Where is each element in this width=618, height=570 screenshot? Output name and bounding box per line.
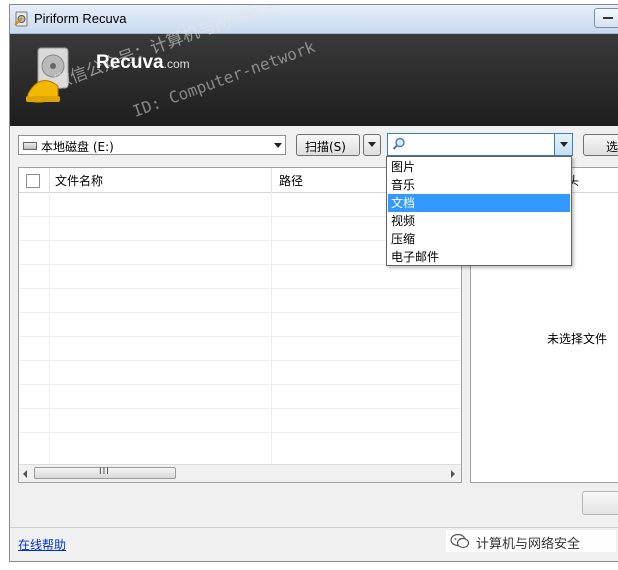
grid-row-line bbox=[19, 336, 461, 337]
grid-row-line bbox=[19, 360, 461, 361]
chevron-down-icon bbox=[368, 142, 376, 147]
options-button-label: 选 bbox=[606, 140, 618, 154]
brand-suffix: .com bbox=[163, 57, 190, 71]
minimize-button[interactable] bbox=[594, 8, 618, 28]
dropdown-option-pictures[interactable]: 图片 bbox=[388, 158, 570, 176]
minimize-icon bbox=[603, 17, 613, 19]
chevron-down-icon bbox=[274, 143, 282, 148]
drive-select[interactable]: 本地磁盘 (E:) bbox=[18, 135, 286, 155]
dropdown-option-video[interactable]: 视频 bbox=[388, 212, 570, 230]
recuva-app-icon bbox=[14, 11, 28, 27]
select-all-checkbox[interactable] bbox=[26, 174, 40, 188]
title-bar[interactable]: Piriform Recuva bbox=[10, 5, 618, 34]
no-file-selected-message: 未选择文件 bbox=[547, 332, 608, 346]
online-help-link[interactable]: 在线帮助 bbox=[18, 536, 66, 553]
horizontal-scrollbar[interactable]: III bbox=[19, 464, 461, 482]
column-header-filename[interactable]: 文件名称 bbox=[55, 172, 103, 189]
recover-button[interactable] bbox=[582, 491, 618, 515]
grid-row-line bbox=[19, 432, 461, 433]
grid-column-line bbox=[49, 192, 50, 466]
wechat-icon bbox=[450, 533, 470, 549]
wechat-watermark: 计算机与网络安全 bbox=[446, 530, 616, 552]
file-type-filter-input[interactable] bbox=[410, 136, 540, 153]
wechat-account-name: 计算机与网络安全 bbox=[476, 537, 581, 552]
scan-options-dropdown-button[interactable] bbox=[363, 134, 381, 156]
drive-select-label: 本地磁盘 (E:) bbox=[41, 140, 114, 154]
dropdown-option-documents[interactable]: 文档 bbox=[388, 194, 570, 212]
dropdown-option-compressed[interactable]: 压缩 bbox=[388, 230, 570, 248]
grid-row-line bbox=[19, 384, 461, 385]
file-type-dropdown-list[interactable]: 图片 音乐 文档 视频 压缩 电子邮件 bbox=[386, 156, 572, 266]
options-button[interactable]: 选 bbox=[583, 134, 618, 156]
dropdown-option-music[interactable]: 音乐 bbox=[388, 176, 570, 194]
scroll-left-icon[interactable] bbox=[23, 470, 27, 478]
grid-row-line bbox=[19, 312, 461, 313]
scroll-right-icon[interactable] bbox=[451, 470, 455, 478]
search-icon bbox=[392, 137, 405, 150]
scrollbar-thumb[interactable]: III bbox=[34, 467, 176, 479]
dropdown-option-email[interactable]: 电子邮件 bbox=[388, 248, 570, 266]
scan-button[interactable]: 扫描(S) bbox=[296, 134, 360, 156]
column-header-path[interactable]: 路径 bbox=[279, 172, 303, 189]
column-separator[interactable] bbox=[49, 168, 50, 192]
drive-icon bbox=[23, 142, 37, 150]
column-separator[interactable] bbox=[271, 168, 272, 192]
scroll-grip: III bbox=[99, 467, 110, 477]
grid-column-line bbox=[271, 192, 272, 466]
file-type-filter-combo[interactable] bbox=[387, 133, 573, 156]
grid-row-line bbox=[19, 408, 461, 409]
recuva-window: Piriform Recuva Recuva.com 本地磁盘 (E:) 扫描(… bbox=[9, 4, 618, 562]
scan-button-label: 扫描(S) bbox=[305, 140, 346, 154]
chevron-down-icon bbox=[560, 142, 568, 147]
filter-dropdown-toggle[interactable] bbox=[554, 134, 572, 155]
window-title: Piriform Recuva bbox=[34, 11, 127, 26]
grid-row-line bbox=[19, 288, 461, 289]
